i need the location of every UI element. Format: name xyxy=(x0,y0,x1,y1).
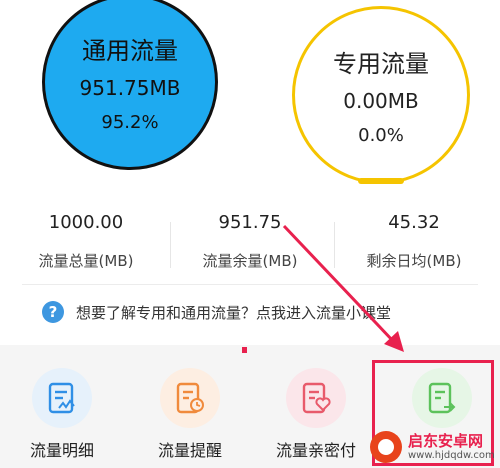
usage-detail-icon xyxy=(48,382,75,414)
general-traffic-circle[interactable]: 通用流量 951.75MB 95.2% xyxy=(42,0,218,170)
watermark-name: 启东安卓网 xyxy=(408,432,484,450)
usage-detail-label: 流量明细 xyxy=(29,441,94,460)
special-traffic-title: 专用流量 xyxy=(333,50,429,78)
family-pay-icon xyxy=(302,382,331,414)
traffic-reminder-button[interactable] xyxy=(160,368,220,428)
circle-bar-decoration xyxy=(358,178,404,184)
remaining-traffic-label: 流量余量(MB) xyxy=(202,252,298,270)
general-traffic-value: 951.75MB xyxy=(79,76,181,100)
section-divider xyxy=(22,284,478,285)
total-traffic-value: 1000.00 xyxy=(48,212,124,233)
watermark-logo-icon xyxy=(370,431,402,463)
special-traffic-percent: 0.0% xyxy=(358,125,404,146)
traffic-class-link[interactable]: 想要了解专用和通用流量？点我进入流量小课堂 xyxy=(76,302,391,323)
remaining-traffic-value: 951.75 xyxy=(218,212,282,233)
daily-average-value: 45.32 xyxy=(388,212,440,233)
watermark: 启东安卓网 www.hjdqdw.com xyxy=(370,428,498,466)
question-icon: ? xyxy=(42,301,64,323)
special-traffic-value: 0.00MB xyxy=(343,89,419,113)
family-pay-label: 流量亲密付 xyxy=(275,441,356,460)
daily-average-label: 剩余日均(MB) xyxy=(366,252,462,270)
general-traffic-title: 通用流量 xyxy=(82,37,178,65)
total-traffic-label: 流量总量(MB) xyxy=(38,252,134,270)
usage-detail-button[interactable] xyxy=(32,368,92,428)
watermark-url: www.hjdqdw.com xyxy=(408,450,495,461)
general-traffic-percent: 95.2% xyxy=(101,112,159,133)
traffic-reminder-label: 流量提醒 xyxy=(157,441,222,460)
reminder-icon xyxy=(176,382,204,414)
annotation-dot xyxy=(242,347,247,353)
family-pay-button[interactable] xyxy=(286,368,346,428)
special-traffic-circle[interactable]: 专用流量 0.00MB 0.0% xyxy=(292,6,470,184)
